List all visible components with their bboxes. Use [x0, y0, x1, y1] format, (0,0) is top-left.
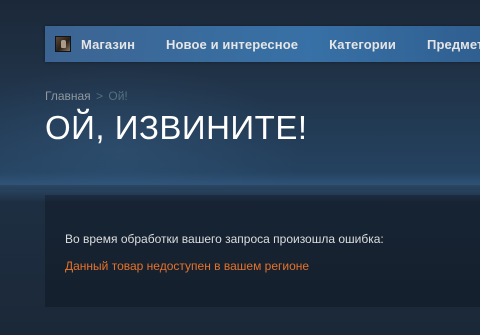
error-detail: Данный товар недоступен в вашем регионе	[65, 259, 310, 273]
nav-item-new-noteworthy[interactable]: Новое и интересное	[166, 37, 298, 52]
breadcrumb: Главная > Ой!	[45, 89, 128, 103]
user-avatar-icon[interactable]	[55, 36, 71, 52]
nav-item-store[interactable]: Магазин	[81, 37, 135, 52]
error-panel: Во время обработки вашего запроса произо…	[45, 195, 480, 307]
error-message: Во время обработки вашего запроса произо…	[65, 232, 384, 246]
nav-item-categories[interactable]: Категории	[329, 37, 396, 52]
nav-item-items[interactable]: Предмет	[427, 37, 480, 52]
breadcrumb-current: Ой!	[108, 89, 128, 103]
store-navbar: Магазин Новое и интересное Категории Пре…	[45, 26, 480, 62]
page-title: ОЙ, ИЗВИНИТЕ!	[45, 109, 308, 146]
breadcrumb-home-link[interactable]: Главная	[45, 89, 91, 103]
breadcrumb-separator: >	[96, 89, 104, 103]
